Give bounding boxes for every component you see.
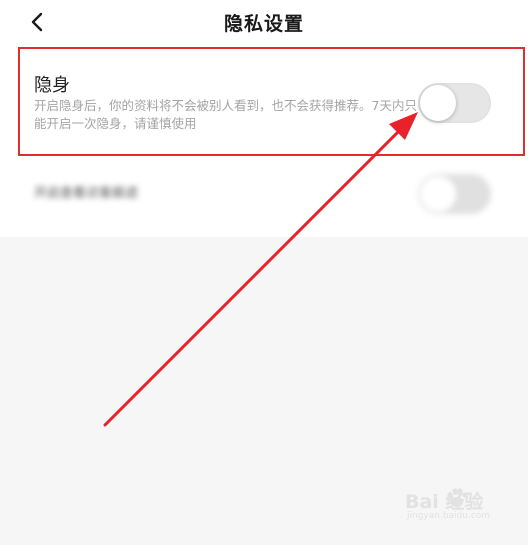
watermark-url: jingyan.baidu.com — [407, 511, 491, 521]
blurred-setting-label: 开启查看访客痕迹 — [34, 186, 139, 201]
page-title: 隐私设置 — [223, 13, 304, 35]
blurred-toggle-knob — [420, 176, 456, 212]
paw-icon — [447, 488, 468, 507]
highlight-box — [18, 47, 525, 156]
blurred-toggle[interactable] — [418, 174, 491, 214]
navigation-bar: 隐私设置 — [0, 0, 528, 46]
blurred-setting-row: 开启查看访客痕迹 — [18, 162, 525, 226]
invisible-setting-row: 隐身 开启隐身后，你的资料将不会被别人看到，也不会获得推荐。7天内只能开启一次隐… — [18, 47, 525, 156]
watermark: Bai 经验 jingyan.baidu.com — [405, 487, 517, 527]
